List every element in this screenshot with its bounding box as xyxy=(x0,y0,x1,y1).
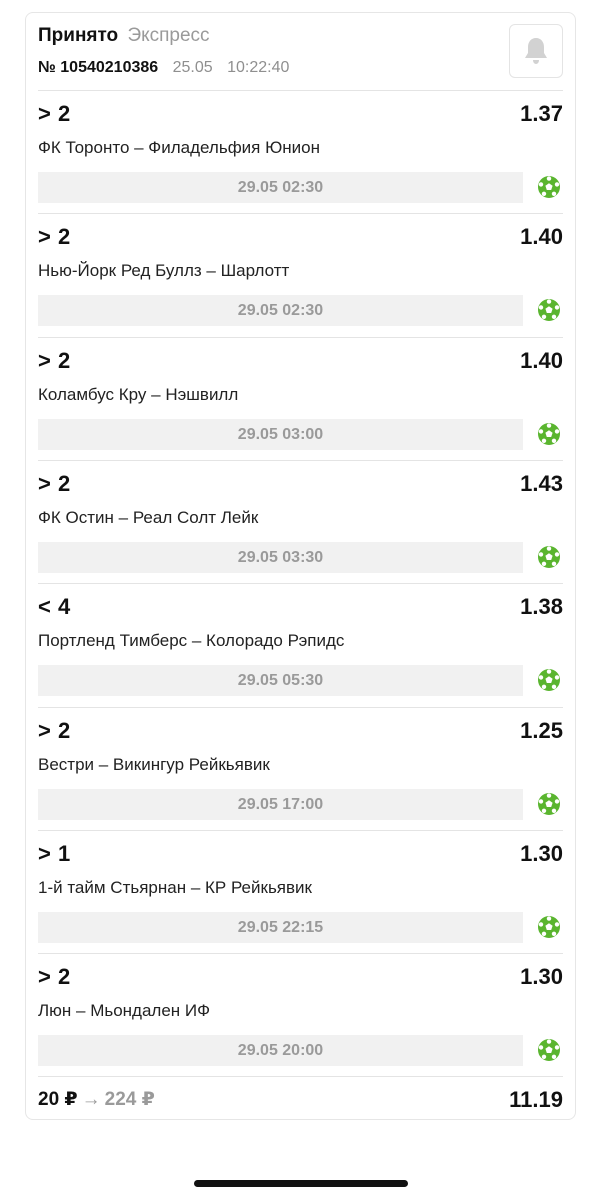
event-row[interactable]: > 1 1.30 1-й тайм Стьярнан – КР Рейкьявик 2… xyxy=(38,831,563,954)
soccer-ball-icon xyxy=(538,176,560,198)
event-outcome: > 2 xyxy=(38,101,71,126)
event-datetime: 29.05 20:00 xyxy=(38,1035,523,1066)
soccer-ball-icon xyxy=(538,546,560,568)
event-row[interactable]: > 2 1.40 Нью-Йорк Ред Буллз – Шарлотт 29.05… xyxy=(38,214,563,337)
event-coefficient: 1.43 xyxy=(520,471,563,496)
event-match: Люн – Мьондален ИФ xyxy=(38,1001,211,1020)
ticket-footer: 20 ₽ → 224 ₽ 11.19 xyxy=(38,1077,563,1117)
notification-button[interactable] xyxy=(509,24,563,78)
stake-amount: 20 ₽ xyxy=(38,1089,78,1110)
event-outcome: > 2 xyxy=(38,348,71,373)
soccer-ball-icon xyxy=(538,793,560,815)
home-indicator[interactable] xyxy=(194,1180,408,1187)
event-datetime: 29.05 02:30 xyxy=(38,172,523,203)
event-datetime: 29.05 03:00 xyxy=(38,419,523,450)
bet-type-label: Экспресс xyxy=(127,25,210,46)
event-row[interactable]: > 2 1.37 ФК Торонто – Филадельфия Юнион 29.… xyxy=(38,91,563,214)
bet-ticket-card: Принято Экспресс № 10540210386 25.05 10:… xyxy=(25,12,576,1120)
event-datetime: 29.05 22:15 xyxy=(38,912,523,943)
event-outcome: > 2 xyxy=(38,471,71,496)
soccer-ball-icon xyxy=(538,299,560,321)
stake-line: 20 ₽ → 224 ₽ xyxy=(38,1088,155,1111)
event-row[interactable]: > 2 1.40 Коламбус Кру – Нэшвилл 29.05 03:00 xyxy=(38,338,563,461)
bet-date: 25.05 xyxy=(172,59,213,76)
total-coefficient: 11.19 xyxy=(509,1087,563,1112)
event-coefficient: 1.38 xyxy=(520,594,563,619)
ticket-header: Принято Экспресс № 10540210386 25.05 10:… xyxy=(38,13,563,90)
ticket-meta: № 10540210386 25.05 10:22:40 xyxy=(38,59,289,77)
event-datetime: 29.05 17:00 xyxy=(38,789,523,820)
bet-time: 10:22:40 xyxy=(227,59,290,76)
event-match: Вестри – Викингур Рейкьявик xyxy=(38,755,270,774)
soccer-ball-icon xyxy=(538,669,560,691)
payout-amount: 224 ₽ xyxy=(104,1089,155,1110)
soccer-ball-icon xyxy=(538,916,560,938)
event-coefficient: 1.25 xyxy=(520,718,563,743)
event-outcome: > 2 xyxy=(38,964,71,989)
event-row[interactable]: > 2 1.30 Люн – Мьондален ИФ 29.05 20:00 xyxy=(38,954,563,1077)
event-row[interactable]: < 4 1.38 Портленд Тимберс – Колорадо Рэпид… xyxy=(38,584,563,707)
event-row[interactable]: > 2 1.43 ФК Остин – Реал Солт Лейк 29.05 03… xyxy=(38,461,563,584)
event-match: ФК Остин – Реал Солт Лейк xyxy=(38,508,259,527)
event-outcome: > 2 xyxy=(38,224,71,249)
event-datetime: 29.05 02:30 xyxy=(38,295,523,326)
event-match: Нью-Йорк Ред Буллз – Шарлотт xyxy=(38,261,290,280)
soccer-ball-icon xyxy=(538,1039,560,1061)
event-datetime: 29.05 05:30 xyxy=(38,665,523,696)
event-datetime: 29.05 03:30 xyxy=(38,542,523,573)
event-match: Портленд Тимберс – Колорадо Рэпидс xyxy=(38,631,345,650)
event-outcome: < 4 xyxy=(38,594,71,619)
bet-number: № 10540210386 xyxy=(38,59,159,76)
event-outcome: > 1 xyxy=(38,841,71,866)
event-match: Коламбус Кру – Нэшвилл xyxy=(38,385,239,404)
event-match: 1-й тайм Стьярнан – КР Рейкьявик xyxy=(38,878,312,897)
status-label: Принято xyxy=(38,25,119,46)
event-match: ФК Торонто – Филадельфия Юнион xyxy=(38,138,321,157)
arrow-icon: → xyxy=(81,1089,101,1110)
event-row[interactable]: > 2 1.25 Вестри – Викингур Рейкьявик 29.05 … xyxy=(38,708,563,831)
bell-icon xyxy=(525,38,547,64)
status-line: Принято Экспресс xyxy=(38,25,210,47)
event-coefficient: 1.40 xyxy=(520,224,563,249)
event-coefficient: 1.37 xyxy=(520,101,563,126)
event-coefficient: 1.30 xyxy=(520,841,563,866)
event-coefficient: 1.40 xyxy=(520,348,563,373)
event-coefficient: 1.30 xyxy=(520,964,563,989)
soccer-ball-icon xyxy=(538,423,560,445)
event-outcome: > 2 xyxy=(38,718,71,743)
